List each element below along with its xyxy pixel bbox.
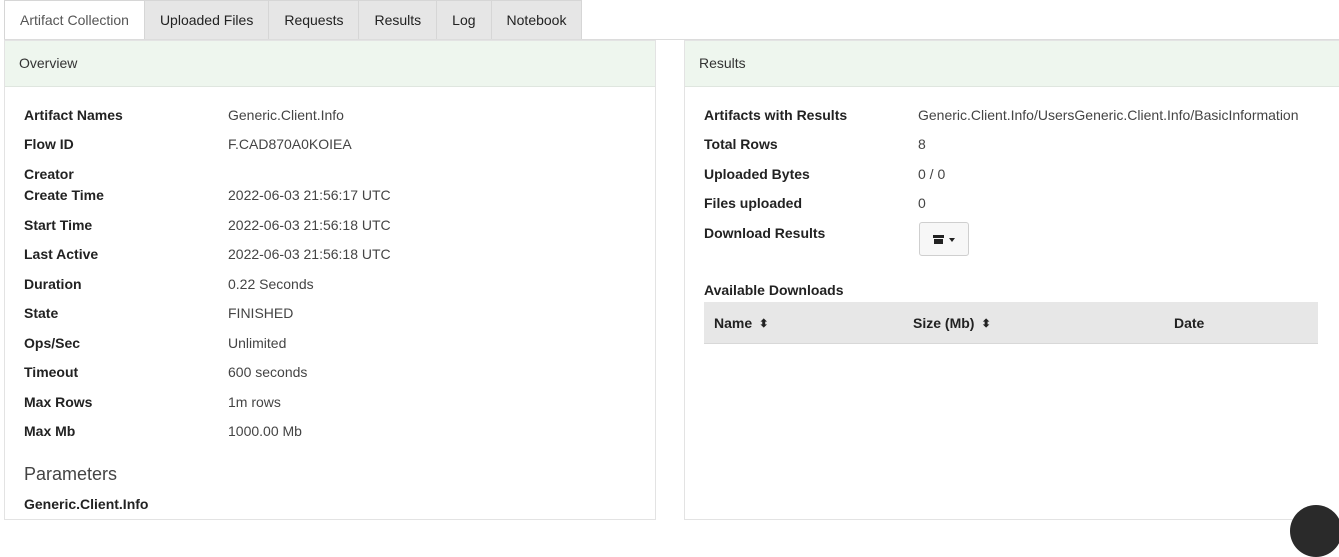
tab-results[interactable]: Results: [359, 0, 438, 39]
download-results-button[interactable]: [919, 222, 969, 256]
column-header-size[interactable]: Size (Mb) ⬍: [913, 315, 991, 331]
parameters-heading: Parameters: [24, 464, 118, 484]
field-value-artifact-names: Generic.Client.Info: [228, 107, 344, 123]
field-value-artifacts-with-results[interactable]: Generic.Client.Info/UsersGeneric.Client.…: [918, 106, 1299, 124]
field-label-timeout: Timeout: [24, 364, 79, 380]
field-label-create-time: Create Time: [24, 187, 104, 203]
caret-down-icon: [949, 238, 955, 242]
results-panel: Results Artifacts with Results Generic.C…: [684, 40, 1339, 520]
column-header-name-label: Name: [714, 315, 753, 331]
field-label-max-mb: Max Mb: [24, 423, 76, 439]
field-value-uploaded-bytes: 0 / 0: [918, 166, 946, 182]
tab-notebook[interactable]: Notebook: [491, 0, 583, 39]
field-label-download-results: Download Results: [704, 225, 826, 241]
column-header-date[interactable]: Date: [1174, 315, 1204, 331]
field-label-artifact-names: Artifact Names: [24, 107, 123, 123]
parameters-artifact-name: Generic.Client.Info: [24, 496, 149, 512]
field-value-create-time: 2022-06-03 21:56:17 UTC: [228, 187, 391, 203]
results-header: Results: [685, 40, 1339, 87]
field-label-max-rows: Max Rows: [24, 394, 93, 410]
field-value-max-mb: 1000.00 Mb: [228, 423, 302, 439]
archive-icon: [933, 235, 944, 244]
field-label-creator: Creator: [24, 166, 74, 182]
field-label-uploaded-bytes: Uploaded Bytes: [704, 166, 810, 182]
field-value-total-rows: 8: [918, 136, 926, 152]
sort-icon: ⬍: [759, 318, 769, 330]
tab-requests[interactable]: Requests: [269, 0, 360, 39]
tab-log[interactable]: Log: [437, 0, 492, 39]
field-value-files-uploaded: 0: [918, 195, 926, 211]
overview-panel: Overview Artifact Names Generic.Client.I…: [4, 40, 656, 520]
sort-icon: ⬍: [981, 318, 991, 330]
overview-header: Overview: [5, 40, 655, 87]
field-label-ops-sec: Ops/Sec: [24, 335, 81, 351]
field-label-flow-id: Flow ID: [24, 136, 74, 152]
field-value-last-active: 2022-06-03 21:56:18 UTC: [228, 246, 391, 262]
field-label-total-rows: Total Rows: [704, 136, 778, 152]
field-value-duration: 0.22 Seconds: [228, 276, 314, 292]
downloads-table-header: Name ⬍ Size (Mb) ⬍ Date: [704, 302, 1318, 344]
field-value-ops-sec: Unlimited: [228, 335, 287, 351]
field-label-artifacts-with-results: Artifacts with Results: [704, 107, 848, 123]
field-value-flow-id: F.CAD870A0KOIEA: [228, 136, 352, 152]
field-label-last-active: Last Active: [24, 246, 99, 262]
field-value-state: FINISHED: [228, 305, 294, 321]
field-label-state: State: [24, 305, 59, 321]
column-header-size-label: Size (Mb): [913, 315, 975, 331]
field-label-start-time: Start Time: [24, 217, 93, 233]
field-value-timeout: 600 seconds: [228, 364, 308, 380]
tab-bar: Artifact Collection Uploaded Files Reque…: [4, 0, 583, 40]
available-downloads-label: Available Downloads: [704, 282, 844, 298]
field-value-max-rows: 1m rows: [228, 394, 281, 410]
field-label-duration: Duration: [24, 276, 82, 292]
field-label-files-uploaded: Files uploaded: [704, 195, 803, 211]
column-header-name[interactable]: Name ⬍: [714, 315, 768, 331]
field-value-start-time: 2022-06-03 21:56:18 UTC: [228, 217, 391, 233]
tab-artifact-collection[interactable]: Artifact Collection: [4, 0, 145, 39]
tab-uploaded-files[interactable]: Uploaded Files: [144, 0, 270, 39]
